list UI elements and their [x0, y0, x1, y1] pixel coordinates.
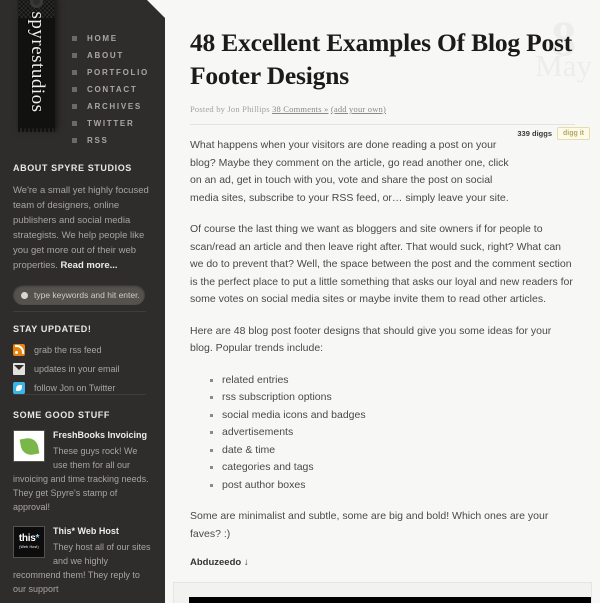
post-paragraph: Here are 48 blog post footer designs tha… [190, 324, 552, 355]
widget-good-stuff: SOME GOOD STUFF FreshBooks Invoicing The… [13, 410, 153, 603]
add-comment-link[interactable]: (add your own) [331, 104, 386, 114]
envelope-icon [13, 363, 25, 375]
widget-stay-updated-heading: STAY UPDATED! [13, 324, 92, 334]
nav-item-label: ABOUT [87, 51, 124, 60]
bullet-icon [72, 53, 77, 58]
widget-about-heading: ABOUT SPYRE STUDIOS [13, 163, 132, 173]
sidebar: spyrestudios HOME ABOUT PORTFOLIO CONTAC… [0, 0, 165, 603]
list-item: rss subscription options [222, 389, 575, 407]
twitter-icon [13, 382, 25, 394]
nav-item-archives[interactable]: ARCHIVES [72, 99, 149, 114]
byline-author: Posted by Jon Phillips [190, 104, 273, 114]
host-logo-sub: (Web Host) [19, 545, 39, 550]
bullet-icon [72, 138, 77, 143]
good-stuff-item-webhost[interactable]: this* (Web Host) This* Web Host They hos… [13, 526, 153, 596]
bullet-icon [72, 87, 77, 92]
widget-good-stuff-heading: SOME GOOD STUFF [13, 410, 111, 420]
nav-item-contact[interactable]: CONTACT [72, 82, 149, 97]
leaf-logo-icon [13, 430, 45, 462]
stay-updated-item-twitter[interactable]: follow Jon on Twitter [13, 382, 153, 394]
stay-updated-label: grab the rss feed [34, 345, 102, 355]
stay-updated-item-email[interactable]: updates in your email [13, 363, 153, 375]
comments-link[interactable]: 38 Comments » [272, 104, 328, 114]
main-content: 8 May 48 Excellent Examples Of Blog Post… [165, 0, 600, 603]
rss-icon [13, 344, 25, 356]
host-logo-main: this* [19, 534, 39, 544]
source-link[interactable]: Abduzeedo ↓ [190, 557, 575, 568]
widget-stay-updated: STAY UPDATED! grab the rss feed updates … [13, 324, 153, 401]
list-item: advertisements [222, 424, 575, 442]
sidebar-divider [13, 311, 146, 312]
widget-about: ABOUT SPYRE STUDIOS We're a small yet hi… [13, 163, 153, 305]
stay-updated-item-rss[interactable]: grab the rss feed [13, 344, 153, 356]
list-item: related entries [222, 372, 575, 390]
digg-count: 339 diggs [517, 129, 552, 138]
bullet-icon [72, 104, 77, 109]
bullet-icon [72, 121, 77, 126]
digg-widget[interactable]: 339 diggs digg it [517, 127, 590, 140]
digg-it-button[interactable]: digg it [557, 127, 590, 140]
page-root: spyrestudios HOME ABOUT PORTFOLIO CONTAC… [0, 0, 600, 603]
search-box[interactable] [13, 285, 145, 305]
nav-item-label: CONTACT [87, 85, 138, 94]
nav-item-twitter[interactable]: TWITTER [72, 116, 149, 131]
search-icon [21, 291, 28, 299]
stay-updated-label: follow Jon on Twitter [34, 383, 116, 393]
similar-articles-container: Similar Articles: Designious Vector Mega… [173, 582, 592, 603]
site-logo-text: spyrestudios [26, 11, 48, 113]
list-item: social media icons and badges [222, 407, 575, 425]
search-input[interactable] [34, 290, 139, 300]
bullet-icon [72, 36, 77, 41]
nav-item-portfolio[interactable]: PORTFOLIO [72, 65, 149, 80]
post-closing-paragraph: Some are minimalist and subtle, some are… [190, 510, 549, 540]
post-paragraph: Of course the last thing we want as blog… [190, 223, 573, 305]
stay-updated-label: updates in your email [34, 364, 120, 374]
site-logo-ribbon[interactable]: spyrestudios [18, 0, 55, 132]
host-logo-star: * [35, 533, 40, 545]
good-stuff-item-freshbooks[interactable]: FreshBooks Invoicing These guys rock! We… [13, 430, 153, 514]
main-nav: HOME ABOUT PORTFOLIO CONTACT ARCHIVES TW… [72, 31, 149, 150]
nav-item-label: PORTFOLIO [87, 68, 149, 77]
nav-item-about[interactable]: ABOUT [72, 48, 149, 63]
list-item: date & time [222, 442, 575, 460]
nav-item-label: HOME [87, 34, 118, 43]
post-paragraph: What happens when your visitors are done… [190, 139, 509, 204]
list-item: categories and tags [222, 459, 575, 477]
nav-item-label: RSS [87, 136, 109, 145]
similar-articles-box: Similar Articles: Designious Vector Mega… [189, 597, 591, 603]
nav-item-home[interactable]: HOME [72, 31, 149, 46]
nav-item-rss[interactable]: RSS [72, 133, 149, 148]
read-more-link[interactable]: Read more... [61, 260, 118, 271]
widget-about-text: We're a small yet highly focused team of… [13, 183, 153, 273]
bullet-icon [72, 70, 77, 75]
post-body: What happens when your visitors are done… [190, 125, 575, 543]
about-body: We're a small yet highly focused team of… [13, 185, 149, 271]
nav-item-label: ARCHIVES [87, 102, 142, 111]
post-byline: Posted by Jon Phillips 38 Comments » (ad… [190, 104, 575, 114]
this-web-host-logo-icon: this* (Web Host) [13, 526, 45, 558]
ribbon-notch [18, 127, 55, 132]
page-title: 48 Excellent Examples Of Blog Post Foote… [190, 28, 573, 90]
host-logo-word: this [18, 533, 36, 545]
list-item: post author boxes [222, 477, 575, 495]
sidebar-divider [13, 394, 146, 395]
trends-list: related entries rss subscription options… [222, 372, 575, 495]
nav-item-label: TWITTER [87, 119, 135, 128]
